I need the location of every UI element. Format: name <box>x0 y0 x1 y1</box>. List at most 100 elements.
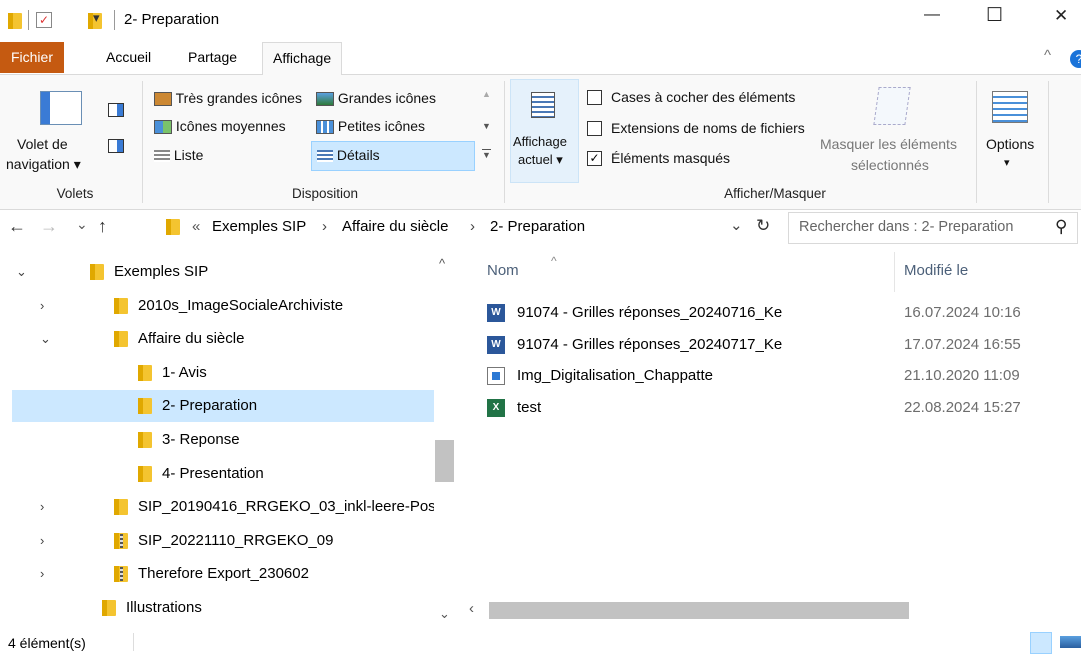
preview-pane-icon[interactable] <box>108 103 124 117</box>
expand-chevron-icon[interactable]: › <box>40 525 44 557</box>
tree-item[interactable]: › Therefore Export_230602 <box>12 558 434 590</box>
breadcrumb[interactable]: « Exemples SIP › Affaire du siècle › 2- … <box>156 212 782 242</box>
breadcrumb-separator-icon[interactable]: › <box>470 218 475 235</box>
checkbox-hidden-items[interactable]: ✓ <box>587 151 602 166</box>
layout-small-icons[interactable]: Petites icônes <box>316 118 425 135</box>
layout-extra-large-icons[interactable]: Très grandes icônes <box>154 90 302 107</box>
large-icons-view-icon[interactable] <box>1060 636 1081 648</box>
hide-selected-label-1[interactable]: Masquer les éléments <box>820 136 957 152</box>
scroll-down-icon[interactable]: ⌄ <box>439 606 450 622</box>
breadcrumb-item[interactable]: Affaire du siècle <box>342 218 448 235</box>
hide-selected-icon[interactable] <box>873 87 911 125</box>
breadcrumb-item[interactable]: 2- Preparation <box>490 218 585 235</box>
checkbox-item-checkboxes[interactable] <box>587 90 602 105</box>
breadcrumb-item[interactable]: Exemples SIP <box>212 218 306 235</box>
navigation-pane-label-1[interactable]: Volet de <box>17 136 68 152</box>
file-row[interactable]: W 91074 - Grilles réponses_20240717_Ke 17.… <box>487 330 1081 360</box>
collapse-chevron-icon[interactable]: ⌄ <box>16 256 27 288</box>
navigation-pane-label-2[interactable]: navigation ▾ <box>6 156 81 173</box>
breadcrumb-separator-icon[interactable]: › <box>322 218 327 235</box>
expand-chevron-icon[interactable]: › <box>40 290 44 322</box>
forward-button[interactable]: → <box>40 216 58 237</box>
ribbon-tabs: Fichier Accueil Partage Affichage ^ ? <box>0 42 1081 75</box>
collapse-chevron-icon[interactable]: ⌄ <box>40 323 51 355</box>
divider <box>142 81 143 203</box>
quick-access-dropdown-icon[interactable]: ▾ <box>93 10 100 26</box>
folder-icon <box>114 297 128 314</box>
scrollbar-thumb[interactable] <box>435 440 454 482</box>
tree-item[interactable]: 1- Avis <box>12 357 434 389</box>
scroll-up-icon[interactable]: ^ <box>439 256 445 271</box>
tree-item[interactable]: › 2010s_ImageSocialeArchiviste <box>12 290 434 322</box>
properties-icon[interactable]: ✓ <box>36 12 52 28</box>
small-icons-icon <box>316 120 334 135</box>
scrollbar-thumb[interactable] <box>489 602 909 619</box>
scroll-down-icon[interactable]: ▼ <box>482 121 491 131</box>
back-button[interactable]: ← <box>8 216 26 237</box>
file-name: 91074 - Grilles réponses_20240717_Ke <box>517 335 783 353</box>
tab-affichage[interactable]: Affichage <box>262 42 343 75</box>
tab-partage[interactable]: Partage <box>178 42 247 73</box>
recent-locations-icon[interactable]: ⌄ <box>76 216 88 233</box>
file-row[interactable]: Xtest 22.08.2024 15:27 <box>487 393 1081 423</box>
expand-chevron-icon[interactable]: › <box>40 491 44 523</box>
scroll-up-icon[interactable]: ▲ <box>482 89 491 99</box>
layout-scroll[interactable]: ▲ ▼ ▼ <box>478 87 494 171</box>
details-pane-icon[interactable] <box>108 139 124 153</box>
tree-item[interactable]: 3- Reponse <box>12 424 434 456</box>
file-name: 91074 - Grilles réponses_20240716_Ke <box>517 304 783 321</box>
ribbon-panel: Volet de navigation ▾ Volets Très grande… <box>0 74 1081 210</box>
layout-medium-icons[interactable]: Icônes moyennes <box>154 118 286 135</box>
layout-list[interactable]: Liste <box>154 147 203 163</box>
current-view-button[interactable]: Affichage actuel ▾ <box>510 79 579 183</box>
column-header-name[interactable]: Nom <box>487 262 887 286</box>
collapse-ribbon-icon[interactable]: ^ <box>1044 47 1051 64</box>
tab-fichier[interactable]: Fichier <box>0 42 64 73</box>
hide-selected-label-2[interactable]: sélectionnés <box>851 157 929 173</box>
tree-item[interactable]: ⌄ Affaire du siècle <box>12 323 434 355</box>
options-label[interactable]: Options <box>986 136 1034 152</box>
image-file-icon <box>487 367 505 385</box>
navigation-pane-icon[interactable] <box>40 91 82 125</box>
up-button[interactable]: ↑ <box>98 216 107 237</box>
file-row[interactable]: Img_Digitalisation_Chappatte 21.10.2020 1… <box>487 361 1081 391</box>
tree-item[interactable]: › SIP_20190416_RRGEKO_03_inkl-leere-Pos <box>12 491 436 523</box>
search-icon[interactable]: ⚲ <box>1055 217 1067 237</box>
minimize-button[interactable]: — <box>924 6 940 24</box>
close-button[interactable]: ✕ <box>1054 6 1068 26</box>
options-dropdown-icon[interactable]: ▾ <box>1004 156 1010 169</box>
maximize-button[interactable]: ☐ <box>986 4 1003 27</box>
tree-scrollbar[interactable]: ^ ⌄ <box>434 252 455 627</box>
tree-item-label: 4- Presentation <box>162 464 264 482</box>
status-bar: 4 élément(s) <box>0 627 1081 657</box>
refresh-icon[interactable]: ↻ <box>756 216 770 236</box>
address-dropdown-icon[interactable]: ⌄ <box>730 216 743 234</box>
expand-gallery-icon[interactable]: ▼ <box>482 149 491 160</box>
expand-chevron-icon[interactable]: › <box>40 558 44 590</box>
checkbox-file-extensions[interactable] <box>587 121 602 136</box>
layout-details-selected[interactable]: Détails <box>311 141 475 171</box>
navigation-pane: ⌄ Exemples SIP › 2010s_ImageSocialeArchivis… <box>0 252 457 627</box>
help-icon[interactable]: ? <box>1070 50 1081 68</box>
tree-item[interactable]: ⌄ Exemples SIP <box>12 256 434 288</box>
tree-item[interactable]: Illustrations <box>12 592 434 624</box>
breadcrumb-overflow-icon[interactable]: « <box>192 218 200 235</box>
tree-item[interactable]: 4- Presentation <box>12 458 434 490</box>
search-box[interactable]: Rechercher dans : 2- Preparation ⚲ <box>788 212 1078 244</box>
details-view-icon[interactable] <box>1030 632 1052 654</box>
tab-accueil[interactable]: Accueil <box>96 42 161 73</box>
search-input[interactable]: Rechercher dans : 2- Preparation <box>799 219 1013 235</box>
scroll-left-icon[interactable]: ‹ <box>469 600 474 617</box>
options-icon[interactable] <box>992 91 1028 123</box>
horizontal-scrollbar[interactable]: ‹ <box>459 598 1081 622</box>
folder-icon <box>102 600 116 616</box>
column-divider[interactable] <box>894 252 895 292</box>
file-modified-date: 21.10.2020 11:09 <box>904 367 1020 384</box>
image-thumbnail <box>492 372 500 380</box>
file-row[interactable]: W 91074 - Grilles réponses_20240716_Ke 16.… <box>487 298 1081 328</box>
medium-icons-icon <box>154 120 172 135</box>
tree-item[interactable]: › SIP_20221110_RRGEKO_09 <box>12 525 434 557</box>
column-header-modified[interactable]: Modifié le <box>904 262 968 279</box>
tree-item[interactable]: 2- Preparation <box>12 390 434 423</box>
layout-large-icons[interactable]: Grandes icônes <box>316 90 436 107</box>
